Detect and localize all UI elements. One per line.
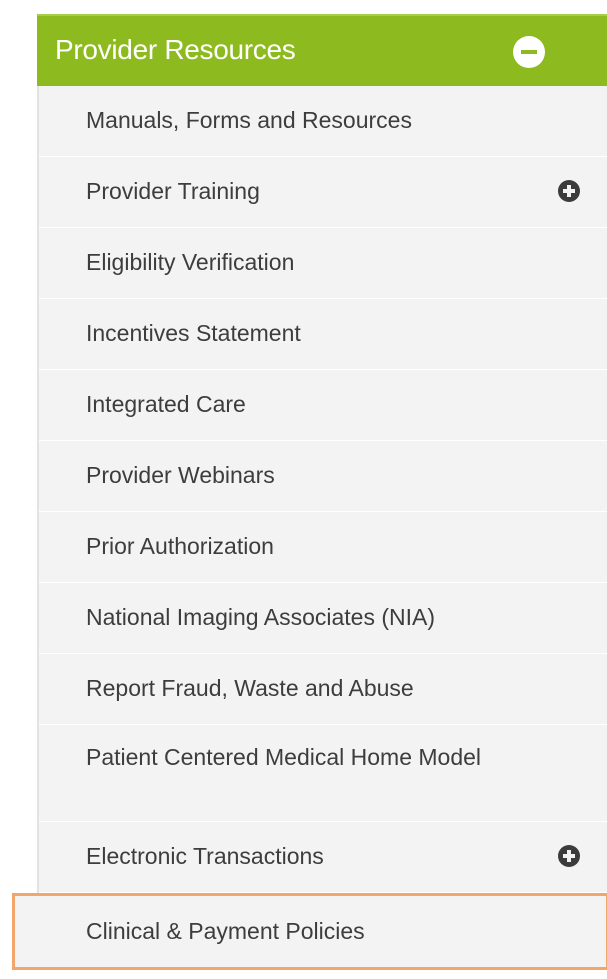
plus-circle-icon[interactable] xyxy=(558,845,580,867)
menu-item-label: Report Fraud, Waste and Abuse xyxy=(86,675,414,701)
menu-item-national-imaging-associates[interactable]: National Imaging Associates (NIA) xyxy=(39,583,607,654)
menu-item-incentives-statement[interactable]: Incentives Statement xyxy=(39,299,607,370)
menu-item-prior-authorization[interactable]: Prior Authorization xyxy=(39,512,607,583)
menu-header-provider-resources[interactable]: Provider Resources xyxy=(37,14,607,86)
menu-item-integrated-care[interactable]: Integrated Care xyxy=(39,370,607,441)
menu-item-label: Manuals, Forms and Resources xyxy=(86,107,412,133)
menu-item-label: Incentives Statement xyxy=(86,320,301,346)
menu-item-provider-webinars[interactable]: Provider Webinars xyxy=(39,441,607,512)
menu-item-label: Eligibility Verification xyxy=(86,249,295,275)
menu-list: Manuals, Forms and Resources Provider Tr… xyxy=(12,86,607,970)
menu-item-electronic-transactions[interactable]: Electronic Transactions xyxy=(39,822,607,893)
menu-item-provider-training[interactable]: Provider Training xyxy=(39,157,607,228)
menu-item-label: National Imaging Associates (NIA) xyxy=(86,604,435,630)
menu-item-report-fraud[interactable]: Report Fraud, Waste and Abuse xyxy=(39,654,607,725)
provider-resources-menu: Provider Resources Manuals, Forms and Re… xyxy=(12,14,607,970)
menu-item-label: Provider Webinars xyxy=(86,462,275,488)
menu-header-label: Provider Resources xyxy=(55,34,296,65)
menu-item-label: Prior Authorization xyxy=(86,533,274,559)
menu-item-eligibility-verification[interactable]: Eligibility Verification xyxy=(39,228,607,299)
menu-item-label: Integrated Care xyxy=(86,391,246,417)
menu-item-patient-centered-medical-home[interactable]: Patient Centered Medical Home Model xyxy=(39,725,607,822)
menu-item-clinical-payment-policies[interactable]: Clinical & Payment Policies xyxy=(12,893,607,970)
plus-circle-icon[interactable] xyxy=(558,180,580,202)
menu-item-label: Clinical & Payment Policies xyxy=(86,918,365,944)
minus-circle-icon[interactable] xyxy=(513,36,545,68)
menu-item-label: Electronic Transactions xyxy=(86,843,324,869)
menu-item-label: Patient Centered Medical Home Model xyxy=(86,744,482,770)
menu-item-label: Provider Training xyxy=(86,178,260,204)
menu-item-manuals-forms-resources[interactable]: Manuals, Forms and Resources xyxy=(39,86,607,157)
